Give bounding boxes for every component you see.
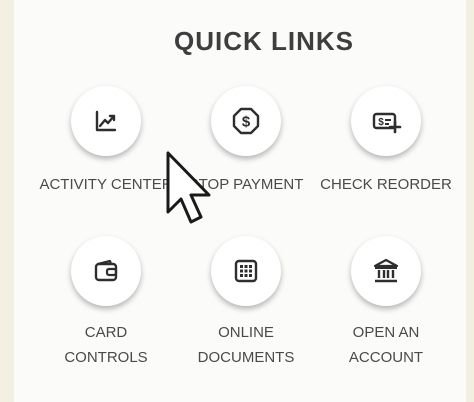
- chart-icon: [95, 110, 117, 132]
- check-reorder-label[interactable]: CHECK REORDER: [311, 172, 461, 197]
- svg-text:$: $: [242, 114, 251, 131]
- open-account-label[interactable]: OPEN AN ACCOUNT: [311, 320, 461, 370]
- stop-payment-label[interactable]: STOP PAYMENT: [171, 172, 321, 197]
- card-controls-label-line2: CONTROLS: [64, 349, 148, 366]
- dollar-octagon-icon: $: [232, 107, 260, 135]
- svg-text:$: $: [378, 117, 384, 128]
- activity-center-circle[interactable]: [71, 86, 141, 156]
- check-reorder-link[interactable]: $ CHECK REORDER: [311, 86, 461, 206]
- online-documents-label[interactable]: ONLINE DOCUMENTS: [171, 320, 321, 370]
- wallet-icon: [94, 259, 118, 282]
- quick-links-panel: QUICK LINKS ACTIVITY CENTER $ STOP PAYME…: [14, 0, 466, 402]
- activity-center-label[interactable]: ACTIVITY CENTER: [31, 172, 181, 197]
- open-account-label-line1: OPEN AN: [352, 324, 420, 341]
- online-documents-circle[interactable]: [211, 236, 281, 306]
- online-documents-label-line2: DOCUMENTS: [197, 349, 295, 366]
- card-controls-label[interactable]: CARD CONTROLS: [31, 320, 181, 370]
- document-grid-icon: [234, 259, 258, 283]
- page-title: QUICK LINKS: [174, 26, 354, 56]
- card-controls-circle[interactable]: [71, 236, 141, 306]
- card-controls-link[interactable]: CARD CONTROLS: [31, 236, 181, 366]
- open-account-label-line2: ACCOUNT: [348, 349, 424, 366]
- bank-icon: [373, 258, 399, 283]
- open-account-circle[interactable]: [351, 236, 421, 306]
- check-reorder-circle[interactable]: $: [351, 86, 421, 156]
- stop-payment-circle[interactable]: $: [211, 86, 281, 156]
- online-documents-link[interactable]: ONLINE DOCUMENTS: [171, 236, 321, 366]
- open-account-link[interactable]: OPEN AN ACCOUNT: [311, 236, 461, 366]
- stop-payment-link[interactable]: $ STOP PAYMENT: [171, 86, 321, 206]
- activity-center-link[interactable]: ACTIVITY CENTER: [31, 86, 181, 206]
- check-plus-icon: $: [372, 112, 402, 134]
- online-documents-label-line1: ONLINE: [218, 324, 274, 341]
- card-controls-label-line1: CARD: [84, 324, 128, 341]
